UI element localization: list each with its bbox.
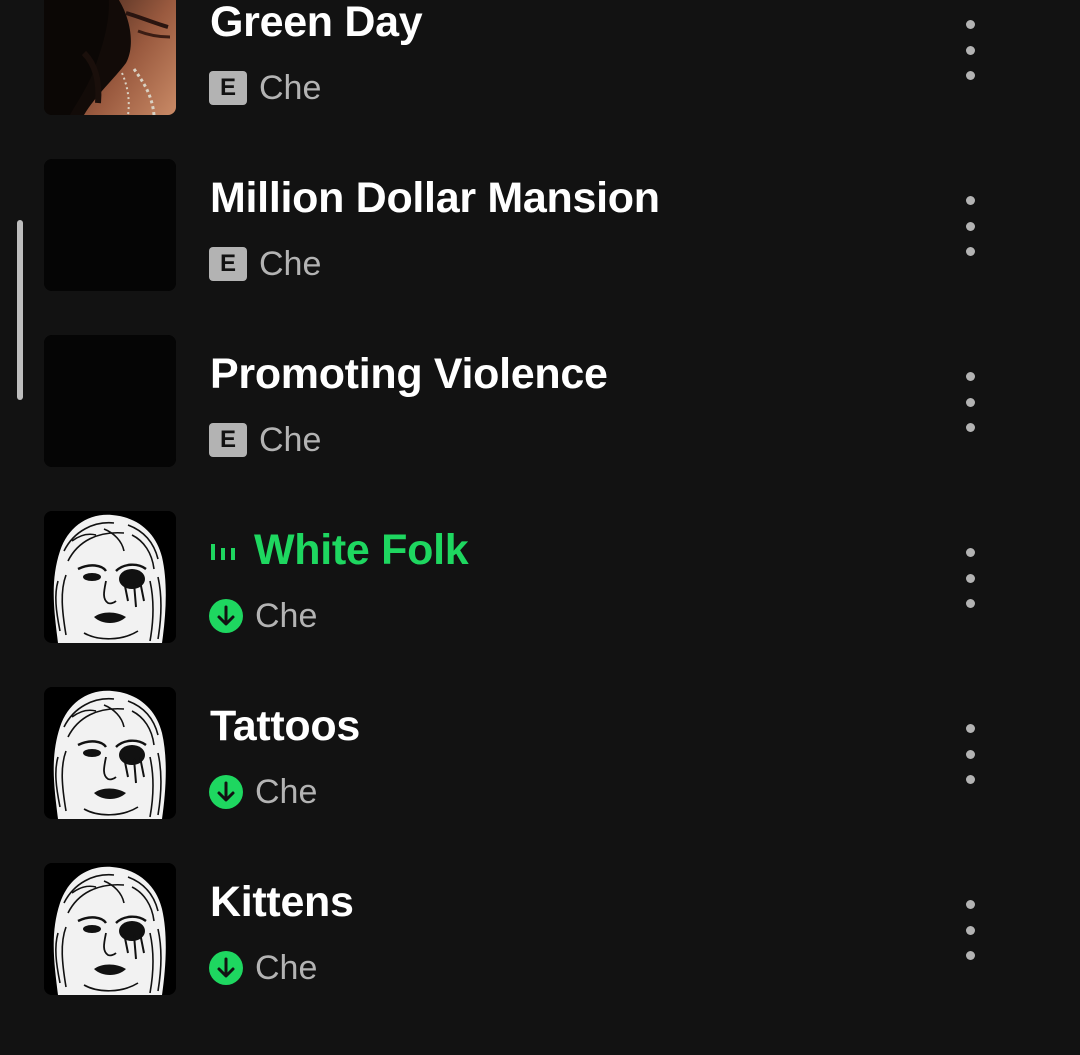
track-title: Million Dollar Mansion bbox=[210, 174, 660, 222]
track-row[interactable]: Promoting Violence E Che bbox=[0, 306, 1080, 482]
more-options-dot bbox=[965, 573, 975, 583]
album-artwork bbox=[44, 687, 176, 819]
more-options-dot bbox=[965, 45, 975, 55]
track-title: White Folk bbox=[210, 522, 469, 578]
track-artist: Che bbox=[255, 597, 318, 635]
track-row[interactable]: Million Dollar Mansion E Che bbox=[0, 130, 1080, 306]
more-options-dot bbox=[965, 423, 975, 432]
more-options-dot bbox=[965, 71, 975, 80]
more-options-dot bbox=[965, 599, 975, 608]
more-options-dot bbox=[965, 775, 975, 784]
track-meta: Che bbox=[209, 771, 317, 813]
album-artwork bbox=[44, 335, 176, 467]
more-options-dot bbox=[965, 221, 975, 231]
track-artist: Che bbox=[259, 245, 322, 283]
track-meta: E Che bbox=[209, 67, 321, 109]
explicit-badge: E bbox=[209, 247, 247, 281]
download-icon bbox=[209, 599, 243, 633]
explicit-badge: E bbox=[209, 71, 247, 105]
more-options-button[interactable] bbox=[950, 900, 990, 960]
more-options-dot bbox=[965, 397, 975, 407]
download-icon bbox=[209, 775, 243, 809]
track-meta: E Che bbox=[209, 419, 321, 461]
more-options-button[interactable] bbox=[950, 724, 990, 784]
track-title: Tattoos bbox=[210, 702, 360, 750]
track-title: Green Day bbox=[210, 0, 423, 46]
track-list-screen: Green Day E Che Million Dollar Mansion E… bbox=[0, 0, 1080, 1055]
more-options-icon bbox=[965, 900, 975, 909]
album-artwork bbox=[44, 159, 176, 291]
equalizer-icon bbox=[211, 543, 235, 560]
album-artwork bbox=[44, 863, 176, 995]
more-options-dot bbox=[965, 951, 975, 960]
track-row[interactable]: Green Day E Che bbox=[0, 0, 1080, 130]
album-artwork bbox=[44, 511, 176, 643]
track-meta: E Che bbox=[209, 243, 321, 285]
track-artist: Che bbox=[255, 949, 318, 987]
album-artwork bbox=[44, 0, 176, 115]
more-options-button[interactable] bbox=[950, 196, 990, 256]
more-options-button[interactable] bbox=[950, 372, 990, 432]
track-title: Kittens bbox=[210, 878, 354, 926]
track-title-text: White Folk bbox=[254, 526, 469, 574]
more-options-dot bbox=[965, 749, 975, 759]
more-options-button[interactable] bbox=[950, 20, 990, 80]
more-options-icon bbox=[965, 372, 975, 381]
more-options-icon bbox=[965, 724, 975, 733]
track-list: Green Day E Che Million Dollar Mansion E… bbox=[0, 0, 1080, 1010]
track-row[interactable]: Tattoos Che bbox=[0, 658, 1080, 834]
more-options-button[interactable] bbox=[950, 548, 990, 608]
explicit-badge: E bbox=[209, 423, 247, 457]
track-title: Promoting Violence bbox=[210, 350, 608, 398]
more-options-icon bbox=[965, 196, 975, 205]
more-options-icon bbox=[965, 548, 975, 557]
more-options-dot bbox=[965, 247, 975, 256]
track-artist: Che bbox=[255, 773, 318, 811]
more-options-dot bbox=[965, 925, 975, 935]
track-row[interactable]: Kittens Che bbox=[0, 834, 1080, 1010]
more-options-icon bbox=[965, 20, 975, 29]
track-meta: Che bbox=[209, 947, 317, 989]
track-row-playing[interactable]: White Folk Che bbox=[0, 482, 1080, 658]
track-artist: Che bbox=[259, 69, 322, 107]
download-icon bbox=[209, 951, 243, 985]
track-meta: Che bbox=[209, 595, 317, 637]
track-artist: Che bbox=[259, 421, 322, 459]
